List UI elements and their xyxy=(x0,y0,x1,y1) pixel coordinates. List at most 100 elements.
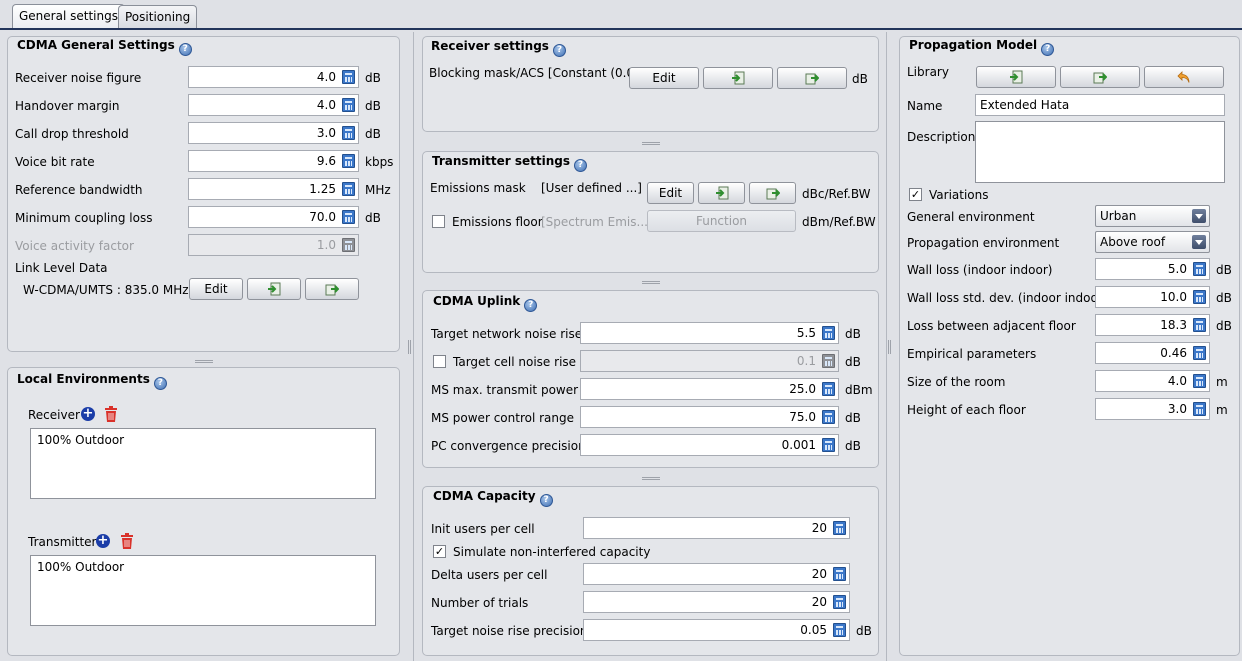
calculator-icon[interactable] xyxy=(833,623,846,637)
wall-loss-std-dev-input[interactable]: 10.0 xyxy=(1095,286,1210,308)
library-label: Library xyxy=(907,65,949,79)
size-of-room-input[interactable]: 4.0 xyxy=(1095,370,1210,392)
help-icon[interactable]: ? xyxy=(524,299,538,312)
calculator-icon[interactable] xyxy=(342,98,355,112)
list-item[interactable]: 100% Outdoor xyxy=(37,560,369,574)
reference-bandwidth-input[interactable]: 1.25 xyxy=(188,178,359,200)
init-users-per-cell-input[interactable]: 20 xyxy=(583,517,850,539)
calculator-icon[interactable] xyxy=(822,382,835,396)
voice-bit-rate-input[interactable]: 9.6 xyxy=(188,150,359,172)
size-of-room-unit: m xyxy=(1216,375,1228,389)
blocking-mask-label: Blocking mask/ACS [Constant (0.0)] xyxy=(429,66,644,80)
add-transmitter-env-icon[interactable]: + xyxy=(96,534,110,548)
emissions-floor-checkbox[interactable] xyxy=(432,215,445,228)
help-icon[interactable]: ? xyxy=(539,494,553,507)
receiver-noise-figure-input[interactable]: 4.0 xyxy=(188,66,359,88)
number-of-trials-input[interactable]: 20 xyxy=(583,591,850,613)
help-icon[interactable]: ? xyxy=(574,159,588,172)
emissions-mask-import-button[interactable] xyxy=(698,182,745,204)
splitter-grip-general-local[interactable] xyxy=(195,360,213,363)
library-import-button[interactable] xyxy=(976,66,1056,88)
emissions-mask-edit-button[interactable]: Edit xyxy=(647,182,694,204)
help-icon[interactable]: ? xyxy=(1041,43,1055,56)
splitter-grip-uplink-capacity[interactable] xyxy=(642,477,660,480)
calculator-icon[interactable] xyxy=(833,567,846,581)
calculator-icon[interactable] xyxy=(822,438,835,452)
blocking-mask-import-button[interactable] xyxy=(703,67,773,89)
calculator-icon[interactable] xyxy=(1193,346,1206,360)
target-network-noise-rise-input[interactable]: 5.5 xyxy=(580,322,839,344)
calculator-icon[interactable] xyxy=(833,595,846,609)
calculator-icon[interactable] xyxy=(342,182,355,196)
voice-bit-rate-unit: kbps xyxy=(365,155,394,169)
wall-loss-unit: dB xyxy=(1216,263,1232,277)
calculator-icon[interactable] xyxy=(822,326,835,340)
link-level-import-button[interactable] xyxy=(247,278,301,300)
splitter-grip-left[interactable] xyxy=(408,340,411,354)
library-export-button[interactable] xyxy=(1060,66,1140,88)
height-of-each-floor-input[interactable]: 3.0 xyxy=(1095,398,1210,420)
handover-margin-input[interactable]: 4.0 xyxy=(188,94,359,116)
calculator-icon[interactable] xyxy=(342,126,355,140)
target-cell-noise-rise-checkbox[interactable] xyxy=(433,355,446,368)
tab-general-settings[interactable]: General settings xyxy=(12,4,125,30)
simulate-non-interfered-label: Simulate non-interfered capacity xyxy=(453,545,651,559)
local-environments-title: Local Environments? xyxy=(17,372,167,390)
splitter-grip-right[interactable] xyxy=(888,340,891,354)
transmitter-env-list[interactable]: 100% Outdoor xyxy=(30,555,376,626)
link-level-edit-button[interactable]: Edit xyxy=(189,278,243,300)
empirical-parameters-input[interactable]: 0.46 xyxy=(1095,342,1210,364)
wall-loss-std-dev-unit: dB xyxy=(1216,291,1232,305)
simulate-non-interfered-checkbox[interactable]: ✓ xyxy=(433,545,446,558)
handover-margin-value: 4.0 xyxy=(316,98,336,112)
init-users-per-cell-value: 20 xyxy=(811,521,827,535)
delta-users-per-cell-input[interactable]: 20 xyxy=(583,563,850,585)
receiver-env-list[interactable]: 100% Outdoor xyxy=(30,428,376,499)
loss-between-adjacent-floor-label: Loss between adjacent floor xyxy=(907,319,1076,333)
delete-transmitter-env-icon[interactable] xyxy=(120,533,134,549)
calculator-icon[interactable] xyxy=(342,210,355,224)
description-textarea[interactable] xyxy=(975,121,1225,183)
blocking-mask-edit-button[interactable]: Edit xyxy=(629,67,699,89)
link-level-export-button[interactable] xyxy=(305,278,359,300)
add-receiver-env-icon[interactable]: + xyxy=(81,407,95,421)
name-input[interactable]: Extended Hata xyxy=(975,94,1225,116)
blocking-mask-export-button[interactable] xyxy=(777,67,847,89)
tab-positioning[interactable]: Positioning xyxy=(118,5,198,28)
call-drop-threshold-input[interactable]: 3.0 xyxy=(188,122,359,144)
general-environment-select[interactable]: Urban xyxy=(1095,205,1210,227)
calculator-icon[interactable] xyxy=(1193,290,1206,304)
chevron-down-icon xyxy=(1192,209,1206,223)
calculator-icon[interactable] xyxy=(342,154,355,168)
export-icon xyxy=(325,284,339,296)
receiver-noise-figure-value: 4.0 xyxy=(316,70,336,84)
delta-users-per-cell-label: Delta users per cell xyxy=(431,568,548,582)
calculator-icon[interactable] xyxy=(833,521,846,535)
minimum-coupling-loss-input[interactable]: 70.0 xyxy=(188,206,359,228)
library-undo-button[interactable] xyxy=(1144,66,1224,88)
loss-between-adjacent-floor-input[interactable]: 18.3 xyxy=(1095,314,1210,336)
list-item[interactable]: 100% Outdoor xyxy=(37,433,369,447)
ms-max-transmit-power-input[interactable]: 25.0 xyxy=(580,378,839,400)
pc-convergence-precision-input[interactable]: 0.001 xyxy=(580,434,839,456)
calculator-icon[interactable] xyxy=(822,410,835,424)
ms-power-control-range-input[interactable]: 75.0 xyxy=(580,406,839,428)
local-environments-title-text: Local Environments xyxy=(17,372,150,386)
help-icon[interactable]: ? xyxy=(178,43,192,56)
variations-checkbox[interactable]: ✓ xyxy=(909,188,922,201)
help-icon[interactable]: ? xyxy=(552,44,566,57)
calculator-icon[interactable] xyxy=(1193,262,1206,276)
calculator-icon[interactable] xyxy=(1193,402,1206,416)
calculator-icon[interactable] xyxy=(1193,374,1206,388)
propagation-environment-select[interactable]: Above roof xyxy=(1095,231,1210,253)
splitter-grip-receiver-transmitter[interactable] xyxy=(642,142,660,145)
emissions-mask-export-button[interactable] xyxy=(749,182,796,204)
wall-loss-input[interactable]: 5.0 xyxy=(1095,258,1210,280)
calculator-icon[interactable] xyxy=(1193,318,1206,332)
splitter-grip-transmitter-uplink[interactable] xyxy=(642,281,660,284)
calculator-icon[interactable] xyxy=(342,70,355,84)
import-icon xyxy=(732,71,745,85)
target-noise-rise-precision-input[interactable]: 0.05 xyxy=(583,619,850,641)
help-icon[interactable]: ? xyxy=(153,377,167,390)
delete-receiver-env-icon[interactable] xyxy=(104,406,118,422)
